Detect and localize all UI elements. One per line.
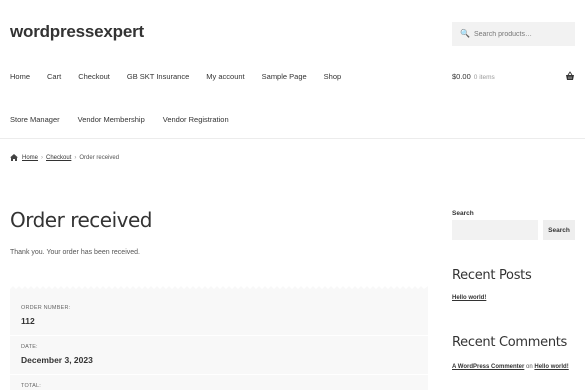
breadcrumb-separator: ›: [74, 154, 77, 161]
sidebar-search-input[interactable]: [452, 220, 538, 240]
order-thank-you-message: Thank you. Your order has been received.: [10, 249, 140, 256]
recent-posts-title: Recent Posts: [452, 268, 532, 283]
site-title[interactable]: wordpressexpert: [10, 22, 144, 42]
breadcrumb: Home › Checkout › Order received: [10, 154, 119, 161]
nav-item-cart[interactable]: Cart: [47, 72, 61, 81]
page-title: Order received: [10, 208, 152, 232]
product-search-input[interactable]: [473, 30, 569, 38]
order-overview-edge: [10, 286, 428, 292]
sidebar-search-button[interactable]: Search: [543, 220, 575, 240]
nav-item-vendor-registration[interactable]: Vendor Registration: [163, 115, 229, 124]
sidebar-search-label: Search: [452, 210, 474, 217]
header-divider: [0, 138, 585, 139]
order-number-label: ORDER NUMBER:: [21, 305, 71, 311]
secondary-nav: Store Manager Vendor Membership Vendor R…: [10, 115, 247, 124]
comment-author-link[interactable]: A WordPress Commenter: [452, 364, 524, 370]
recent-comments-title: Recent Comments: [452, 335, 568, 350]
recent-comment-item: A WordPress Commenter on Hello world!: [452, 361, 577, 373]
home-icon: [10, 154, 18, 161]
comment-on-text: on: [526, 364, 533, 370]
order-number-row: ORDER NUMBER: 112: [10, 305, 428, 326]
breadcrumb-checkout[interactable]: Checkout: [46, 155, 71, 161]
nav-item-checkout[interactable]: Checkout: [78, 72, 110, 81]
recent-post-link[interactable]: Hello world!: [452, 295, 486, 301]
nav-item-vendor-membership[interactable]: Vendor Membership: [78, 115, 145, 124]
cart-amount: $0.00: [452, 72, 471, 81]
header-cart[interactable]: $0.00 0 items: [452, 72, 495, 81]
breadcrumb-separator: ›: [41, 154, 44, 161]
nav-item-shop[interactable]: Shop: [324, 72, 342, 81]
nav-item-insurance[interactable]: GB SKT Insurance: [127, 72, 189, 81]
search-icon: 🔍: [460, 29, 470, 38]
nav-item-home[interactable]: Home: [10, 72, 30, 81]
order-date-row: DATE: December 3, 2023: [10, 344, 428, 365]
breadcrumb-home[interactable]: Home: [22, 155, 38, 161]
nav-item-sample-page[interactable]: Sample Page: [262, 72, 307, 81]
order-row-divider: [10, 374, 428, 375]
comment-post-link[interactable]: Hello world!: [534, 364, 568, 370]
breadcrumb-current: Order received: [79, 154, 120, 161]
cart-count: 0 items: [473, 74, 495, 81]
product-search[interactable]: 🔍: [452, 22, 575, 46]
nav-item-my-account[interactable]: My account: [206, 72, 244, 81]
order-total-row: TOTAL:: [10, 383, 428, 389]
order-date-label: DATE:: [21, 344, 38, 350]
nav-item-store-manager[interactable]: Store Manager: [10, 115, 60, 124]
basket-icon[interactable]: [565, 71, 575, 81]
primary-nav: Home Cart Checkout GB SKT Insurance My a…: [10, 72, 358, 81]
order-number-value: 112: [21, 316, 35, 326]
order-total-label: TOTAL:: [21, 383, 41, 389]
order-date-value: December 3, 2023: [21, 355, 93, 365]
order-row-divider: [10, 335, 428, 336]
